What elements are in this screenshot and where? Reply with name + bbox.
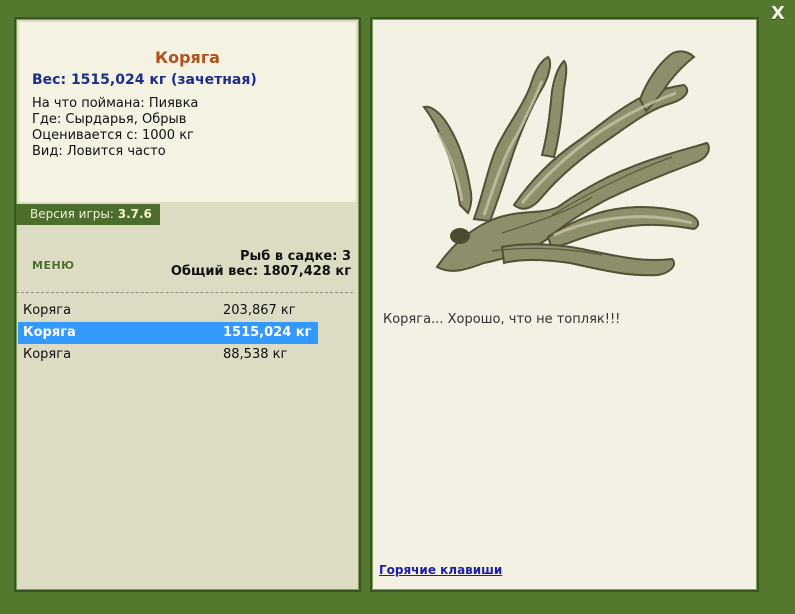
row-fish-name: Коряга (23, 325, 76, 340)
row-fish-name: Коряга (23, 303, 72, 318)
keeper-row[interactable]: Коряга 203,867 кг (18, 300, 318, 322)
fish-comment: Коряга... Хорошо, что не топляк!!! (383, 312, 621, 327)
fish-count: Рыб в садке: 3 (239, 249, 351, 264)
row-fish-name: Коряга (23, 347, 72, 362)
hotkeys-link[interactable]: Горячие клавиши (379, 563, 502, 577)
menu-button[interactable]: МЕНЮ (32, 259, 75, 272)
version-value: 3.7.6 (117, 207, 152, 221)
row-fish-weight: 88,538 кг (223, 347, 288, 362)
fish-weight: Вес: 1515,024 кг (зачетная) (32, 72, 257, 88)
caught-on-line: На что поймана: Пиявка (32, 96, 199, 111)
close-button[interactable]: X (771, 5, 785, 23)
keeper-row[interactable]: Коряга 88,538 кг (18, 344, 318, 366)
keeper-stats: Рыб в садке: 3 Общий вес: 1807,428 кг (171, 249, 351, 279)
location-line: Где: Сырдарья, Обрыв (32, 112, 187, 127)
row-fish-weight: 1515,024 кг (223, 325, 312, 340)
fish-info-panel: Коряга Вес: 1515,024 кг (зачетная) На чт… (14, 17, 361, 592)
fish-title: Коряга (155, 48, 220, 67)
driftwood-knot (450, 228, 470, 244)
keeper-row-selected[interactable]: Коряга 1515,024 кг (18, 322, 318, 344)
list-divider (16, 292, 353, 293)
version-label: Версия игры: (30, 207, 114, 221)
row-fish-weight: 203,867 кг (223, 303, 296, 318)
fish-details: Коряга Вес: 1515,024 кг (зачетная) На чт… (19, 22, 356, 202)
fish-image-panel: Коряга... Хорошо, что не топляк!!! Горяч… (370, 17, 759, 592)
species-line: Вид: Ловится часто (32, 144, 166, 159)
valuation-line: Оценивается с: 1000 кг (32, 128, 194, 143)
total-weight: Общий вес: 1807,428 кг (170, 264, 351, 279)
game-version-bar: Версия игры: 3.7.6 (16, 204, 160, 225)
driftwood-image (422, 50, 710, 277)
